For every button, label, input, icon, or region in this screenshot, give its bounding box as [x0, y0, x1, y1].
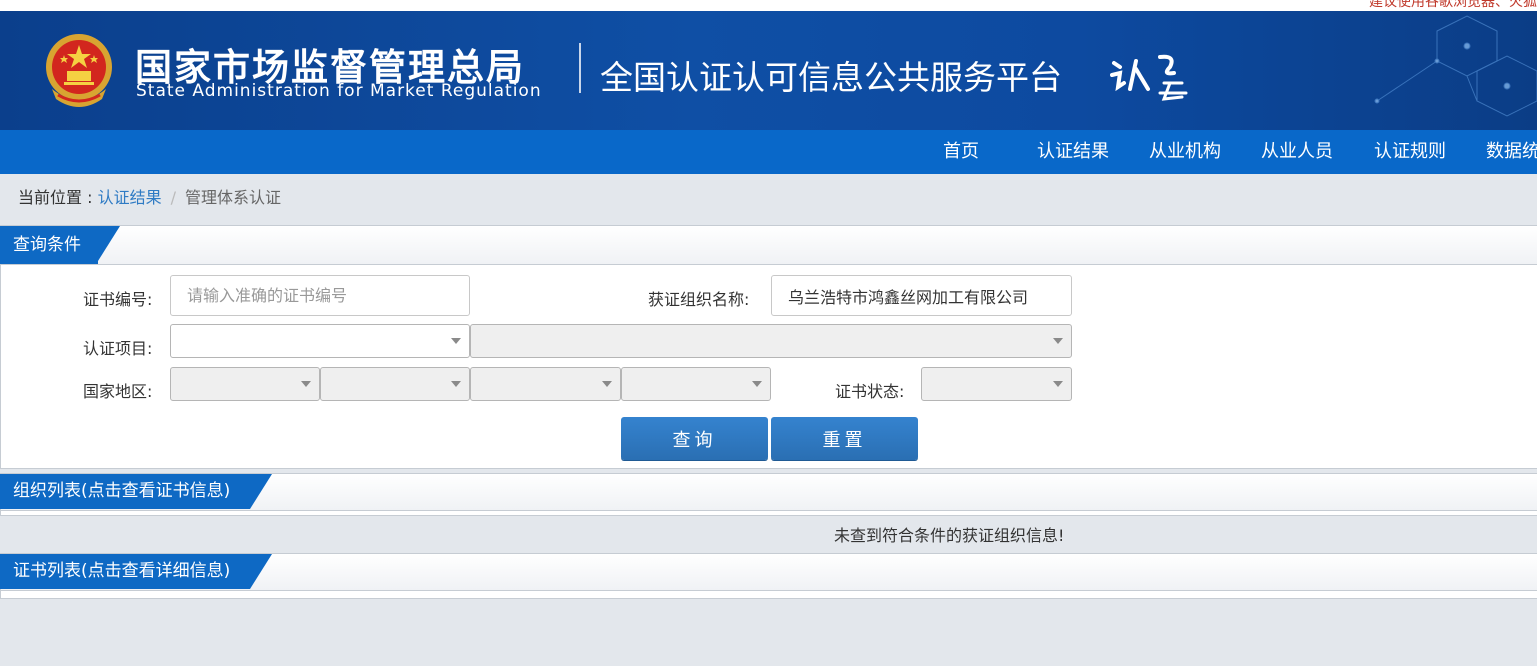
breadcrumb-link-cert-results[interactable]: 认证结果	[98, 188, 162, 207]
cert-list-panel: 证书列表(点击查看详细信息)	[0, 553, 1537, 599]
status-select[interactable]	[921, 367, 1072, 401]
main-nav: 首页 认证结果 从业机构 从业人员 认证规则 数据统	[0, 130, 1537, 174]
top-notice-bar: 建议使用谷歌浏览器、火狐	[0, 0, 1537, 11]
platform-title: 全国认证认可信息公共服务平台	[600, 58, 1062, 97]
project-select[interactable]	[170, 324, 470, 358]
cert-no-input[interactable]	[170, 275, 470, 316]
renyun-logo-icon	[1110, 54, 1188, 101]
chevron-down-icon	[451, 338, 461, 344]
query-panel-tab: 查询条件	[0, 226, 120, 264]
nav-item-cert-results[interactable]: 认证结果	[1037, 130, 1109, 174]
project-sub-select[interactable]	[470, 324, 1072, 358]
browser-notice: 建议使用谷歌浏览器、火狐	[1369, 0, 1537, 10]
breadcrumb: 当前位置 : 认证结果 / 管理体系认证	[18, 184, 281, 208]
reset-button[interactable]: 重置	[771, 417, 918, 460]
search-button[interactable]: 查询	[621, 417, 768, 460]
chevron-down-icon	[1053, 381, 1063, 387]
cert-list-header: 证书列表(点击查看详细信息)	[0, 554, 1537, 591]
region-select-city[interactable]	[470, 367, 621, 401]
breadcrumb-prefix: 当前位置 :	[18, 188, 98, 207]
chevron-down-icon	[602, 381, 612, 387]
chevron-down-icon	[451, 381, 461, 387]
org-list-empty-message: 未查到符合条件的获证组织信息!	[834, 526, 1065, 545]
org-name-en: State Administration for Market Regulati…	[136, 81, 542, 101]
org-name-label: 获证组织名称:	[648, 290, 750, 309]
breadcrumb-separator: /	[170, 188, 176, 207]
region-select-province[interactable]	[320, 367, 470, 401]
org-name-input[interactable]	[771, 275, 1072, 316]
org-list-panel: 组织列表(点击查看证书信息)	[0, 473, 1537, 516]
region-label: 国家地区:	[83, 382, 153, 401]
project-label: 认证项目:	[83, 339, 153, 358]
renyun-logo	[1110, 53, 1190, 101]
cert-no-label: 证书编号:	[83, 290, 153, 309]
nav-item-cert-rules[interactable]: 认证规则	[1374, 130, 1446, 174]
header-divider	[579, 43, 581, 93]
site-header: 国家市场监督管理总局 State Administration for Mark…	[0, 11, 1537, 130]
region-select-district[interactable]	[621, 367, 771, 401]
tech-pattern-decoration	[1374, 15, 1537, 117]
status-label: 证书状态:	[835, 382, 905, 401]
chevron-down-icon	[752, 381, 762, 387]
nav-item-home[interactable]: 首页	[943, 130, 979, 174]
cert-list-tab: 证书列表(点击查看详细信息)	[0, 554, 272, 589]
chevron-down-icon	[301, 381, 311, 387]
nav-item-data-stats[interactable]: 数据统	[1486, 130, 1537, 174]
nav-item-personnel[interactable]: 从业人员	[1261, 130, 1333, 174]
region-select-country[interactable]	[170, 367, 320, 401]
query-panel-header: 查询条件	[0, 226, 1537, 265]
org-list-header: 组织列表(点击查看证书信息)	[0, 474, 1537, 511]
org-list-tab: 组织列表(点击查看证书信息)	[0, 474, 272, 509]
nav-item-institutions[interactable]: 从业机构	[1149, 130, 1221, 174]
chevron-down-icon	[1053, 338, 1063, 344]
national-emblem-icon	[46, 34, 112, 107]
breadcrumb-current: 管理体系认证	[184, 188, 281, 207]
